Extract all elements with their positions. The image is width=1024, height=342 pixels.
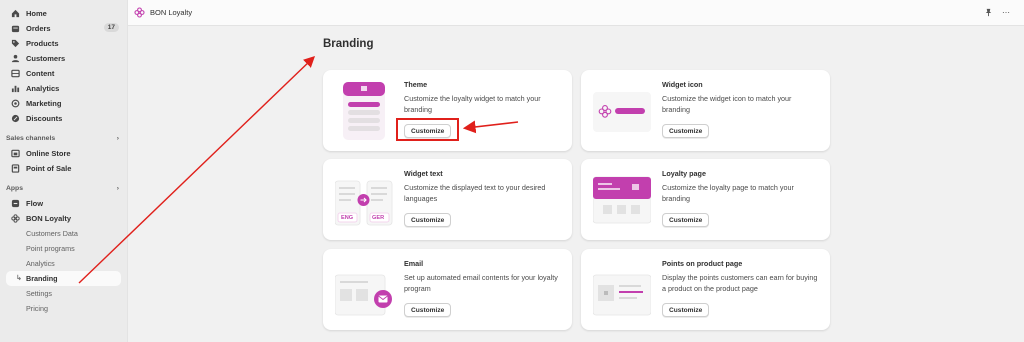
more-options-icon[interactable]: ⋯ — [1002, 8, 1010, 19]
widget-text-customize-button[interactable]: Customize — [404, 213, 452, 227]
nav-analytics[interactable]: Analytics — [0, 81, 127, 96]
widget-text-illustration — [334, 169, 393, 231]
nav-label: Point of Sale — [26, 164, 72, 173]
page-title: Branding — [323, 38, 374, 50]
card-description: Customize the widget icon to match your … — [662, 94, 792, 114]
nav-label: Marketing — [26, 99, 62, 108]
subnav-analytics[interactable]: Analytics — [0, 256, 127, 271]
orders-count-badge: 17 — [103, 23, 119, 32]
return-arrow-icon: ↳ — [16, 275, 22, 282]
email-illustration — [334, 259, 393, 321]
card-points-on-product-page: Points on product page Display the point… — [581, 249, 830, 330]
app-topbar: BON Loyalty ⋯ — [128, 0, 1024, 26]
nav-discounts[interactable]: Discounts — [0, 111, 127, 126]
discount-icon — [11, 114, 20, 123]
pin-icon[interactable] — [984, 8, 993, 19]
nav-customers[interactable]: Customers — [0, 51, 127, 66]
person-icon — [11, 54, 20, 63]
card-description: Display the points customers can earn fo… — [662, 273, 818, 293]
widget-icon-customize-button[interactable]: Customize — [662, 124, 710, 138]
nav-label: Flow — [26, 199, 44, 208]
section-label: Sales channels — [6, 135, 56, 142]
content-icon — [11, 69, 20, 78]
nav-label: Content — [26, 69, 55, 78]
card-description: Customize the loyalty widget to match yo… — [404, 94, 541, 114]
pos-icon — [11, 164, 20, 173]
nav-products[interactable]: Products — [0, 36, 127, 51]
nav-online-store[interactable]: Online Store — [0, 146, 127, 161]
bon-loyalty-logo-icon — [134, 7, 145, 18]
illus-label-ger: GER — [372, 215, 385, 221]
flower-icon — [11, 214, 20, 223]
loyalty-page-illustration — [592, 169, 652, 231]
subnav-pricing[interactable]: Pricing — [0, 301, 127, 316]
email-customize-button[interactable]: Customize — [404, 303, 452, 317]
chevron-right-icon: › — [116, 135, 119, 142]
illus-label-eng: ENG — [341, 215, 354, 221]
nav-label: Orders — [26, 24, 51, 33]
chart-icon — [11, 84, 20, 93]
card-title: Loyalty page — [662, 169, 706, 178]
card-title: Email — [404, 259, 424, 268]
subnav-branding[interactable]: ↳ Branding — [6, 271, 121, 286]
card-description: Customize the loyalty page to match your… — [662, 183, 794, 203]
store-icon — [11, 149, 20, 158]
flow-icon — [11, 199, 20, 208]
card-email: Email Set up automated email contents fo… — [323, 249, 572, 330]
product-page-illustration — [592, 259, 652, 321]
card-title: Theme — [404, 80, 428, 89]
sales-channels-header[interactable]: Sales channels › — [0, 131, 127, 146]
nav-home[interactable]: Home — [0, 6, 127, 21]
nav-point-of-sale[interactable]: Point of Sale — [0, 161, 127, 176]
nav-label: Analytics — [26, 84, 60, 93]
nav-label: Discounts — [26, 114, 63, 123]
nav-label: Products — [26, 39, 59, 48]
nav-label: Online Store — [26, 149, 71, 158]
nav-flow[interactable]: Flow — [0, 196, 127, 211]
home-icon — [11, 9, 20, 18]
nav-label: Customers — [26, 54, 66, 63]
sidebar: Home Orders 17 Products Customers Conten… — [0, 0, 128, 342]
card-loyalty-page: Loyalty page Customize the loyalty page … — [581, 159, 830, 240]
tag-icon — [11, 39, 20, 48]
nav-orders[interactable]: Orders 17 — [0, 21, 127, 36]
subnav-customers-data[interactable]: Customers Data — [0, 226, 127, 241]
annotation-highlight-box — [396, 118, 459, 141]
chevron-right-icon: › — [116, 185, 119, 192]
loyalty-page-customize-button[interactable]: Customize — [662, 213, 710, 227]
nav-label: Home — [26, 9, 47, 18]
theme-illustration — [335, 80, 393, 142]
app-title: BON Loyalty — [150, 8, 193, 17]
nav-content[interactable]: Content — [0, 66, 127, 81]
nav-bon-loyalty[interactable]: BON Loyalty — [0, 211, 127, 226]
widget-icon-illustration — [593, 80, 651, 142]
section-label: Apps — [6, 185, 23, 192]
orders-icon — [11, 24, 20, 33]
subnav-point-programs[interactable]: Point programs — [0, 241, 127, 256]
card-description: Customize the displayed text to your des… — [404, 183, 546, 203]
nav-marketing[interactable]: Marketing — [0, 96, 127, 111]
card-description: Set up automated email contents for your… — [404, 273, 558, 293]
points-product-page-customize-button[interactable]: Customize — [662, 303, 710, 317]
subnav-label: Branding — [26, 274, 58, 283]
card-title: Widget text — [404, 169, 443, 178]
target-icon — [11, 99, 20, 108]
card-title: Widget icon — [662, 80, 703, 89]
nav-label: BON Loyalty — [26, 214, 72, 223]
card-widget-text: ENG GER Widget text Customize the displa… — [323, 159, 572, 240]
subnav-settings[interactable]: Settings — [0, 286, 127, 301]
card-widget-icon: Widget icon Customize the widget icon to… — [581, 70, 830, 151]
card-title: Points on product page — [662, 259, 743, 268]
apps-header[interactable]: Apps › — [0, 181, 127, 196]
